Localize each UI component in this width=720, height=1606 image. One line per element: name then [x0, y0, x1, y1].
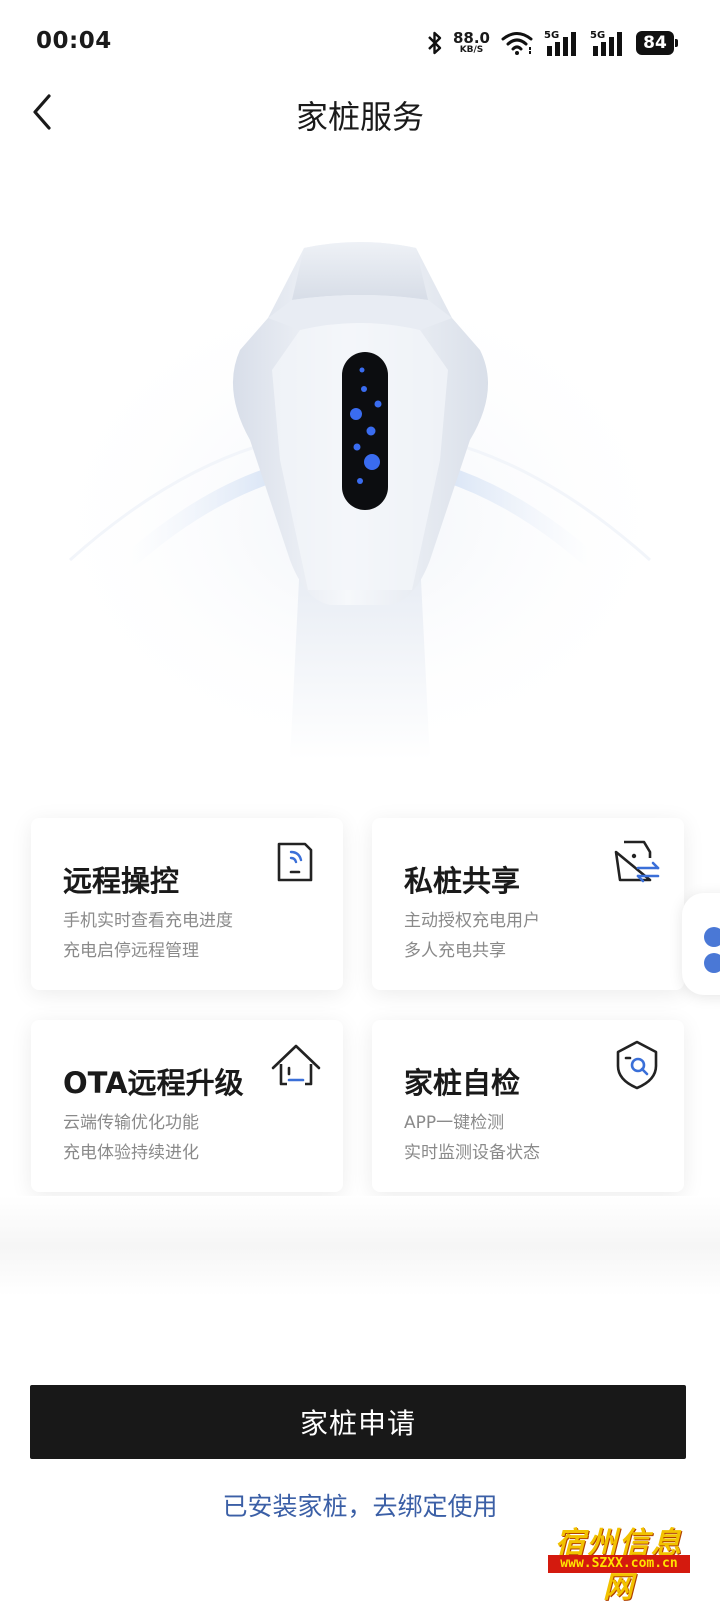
battery-level: 84 — [643, 33, 667, 53]
feature-desc-line2: 充电启停远程管理 — [63, 941, 199, 961]
feature-card-remote-control[interactable]: 远程操控 手机实时查看充电进度 充电启停远程管理 — [31, 818, 343, 990]
network-speed-unit: KB/S — [459, 45, 484, 55]
status-bar: 00:04 88.0 KB/S 5G 5G 84 — [0, 0, 720, 86]
feature-desc-line2: 多人充电共享 — [404, 941, 506, 961]
home-charger-apply-button[interactable]: 家桩申请 — [30, 1385, 686, 1459]
assistant-dot-icon — [704, 953, 720, 973]
network-speed-value: 88.0 — [452, 29, 490, 47]
feature-title: 家桩自检 — [404, 1066, 521, 1100]
home-charger-illustration — [30, 242, 690, 770]
feature-title: OTA远程升级 — [63, 1066, 244, 1100]
remote-signal-icon — [277, 842, 313, 882]
feature-title: 私桩共享 — [404, 864, 521, 898]
charger-hero-image — [0, 160, 720, 780]
network-speed: 88.0 KB/S — [453, 31, 490, 55]
site-watermark-logo: 宿州信息网 www.SZXX.com.cn — [544, 1518, 694, 1605]
status-icons: 88.0 KB/S 5G 5G 84 — [427, 26, 678, 60]
feature-desc-line1: 主动授权充电用户 — [404, 911, 540, 931]
signal-2-label: 5G — [590, 30, 605, 41]
assistant-dot-icon — [704, 927, 720, 947]
cellular-signal-icon: 5G — [590, 30, 622, 56]
feature-desc-line2: 充电体验持续进化 — [63, 1143, 199, 1163]
feature-desc-line2: 实时监测设备状态 — [404, 1143, 540, 1163]
floating-assistant-tab[interactable] — [682, 893, 720, 995]
bluetooth-icon — [428, 31, 442, 55]
watermark-url: www.SZXX.com.cn — [548, 1555, 690, 1573]
feature-desc-line1: 云端传输优化功能 — [63, 1113, 199, 1133]
section-divider-band — [0, 1196, 720, 1296]
share-exchange-icon — [614, 840, 660, 883]
feature-desc-line1: 手机实时查看充电进度 — [63, 911, 233, 931]
feature-card-self-check[interactable]: 家桩自检 APP一键检测 实时监测设备状态 — [372, 1020, 684, 1192]
battery-icon: 84 — [636, 31, 678, 55]
house-upgrade-icon — [271, 1044, 321, 1086]
shield-search-icon — [616, 1040, 658, 1090]
wifi-icon — [501, 32, 533, 55]
page-title: 家桩服务 — [295, 98, 424, 136]
feature-card-ota-upgrade[interactable]: OTA远程升级 云端传输优化功能 充电体验持续进化 — [31, 1020, 343, 1192]
feature-title: 远程操控 — [63, 864, 180, 898]
feature-card-private-share[interactable]: 私桩共享 主动授权充电用户 多人充电共享 — [372, 818, 684, 990]
feature-desc-line1: APP一键检测 — [404, 1113, 505, 1133]
signal-1-label: 5G — [544, 30, 559, 41]
cellular-signal-icon: 5G — [544, 30, 576, 56]
status-time: 00:04 — [36, 28, 112, 54]
